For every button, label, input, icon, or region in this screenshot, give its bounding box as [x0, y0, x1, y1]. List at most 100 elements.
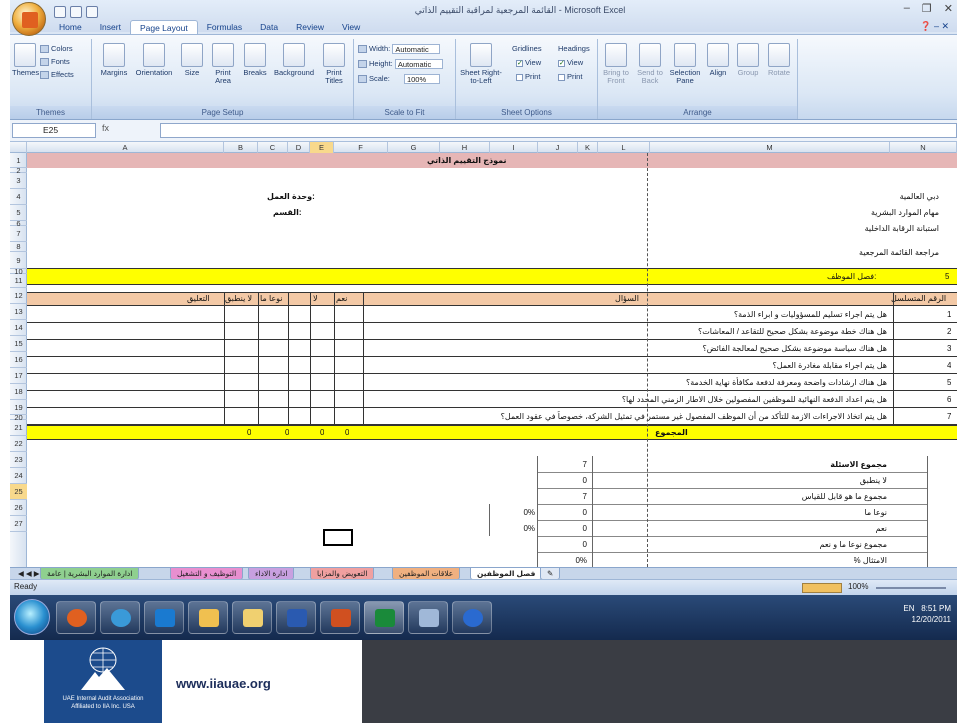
row-header-24[interactable]: 24	[10, 468, 27, 484]
row-header-17[interactable]: 17	[10, 368, 27, 384]
gridlines-view-checkbox[interactable]: ✓ View	[516, 57, 541, 68]
row-header-14[interactable]: 14	[10, 320, 27, 336]
themes-icon	[14, 43, 36, 67]
column-header-c[interactable]: C	[258, 142, 288, 153]
column-header-d[interactable]: D	[288, 142, 310, 153]
row-header-8[interactable]: 8	[10, 242, 27, 252]
fonts-button[interactable]: Fonts	[40, 56, 70, 67]
selection-pane-button[interactable]: Selection Pane	[668, 43, 702, 85]
colors-button[interactable]: Colors	[40, 43, 73, 54]
tab-review[interactable]: Review	[287, 20, 333, 34]
column-header-i[interactable]: I	[490, 142, 538, 153]
gridlines-print-checkbox[interactable]: Print	[516, 71, 540, 82]
tab-formulas[interactable]: Formulas	[198, 20, 251, 34]
column-header-g[interactable]: G	[388, 142, 440, 153]
worksheet-grid[interactable]: A B C D E F G H I J K L M N 1 2 3 4 5 6 7 8 9 10 1…	[10, 142, 957, 567]
tab-page-layout[interactable]: Page Layout	[129, 20, 198, 35]
row-header-11[interactable]: 11	[10, 274, 27, 288]
page-break-line	[647, 153, 648, 567]
row-header-26[interactable]: 26	[10, 500, 27, 516]
send-to-back-button[interactable]: Send to Back	[634, 43, 666, 85]
minimize-icon[interactable]: –	[904, 2, 910, 15]
row-header-16[interactable]: 16	[10, 352, 27, 368]
breaks-button[interactable]: Breaks	[240, 43, 270, 77]
office-button[interactable]	[12, 2, 46, 36]
scale-input[interactable]: 100%	[403, 74, 440, 85]
column-header-m[interactable]: M	[650, 142, 890, 153]
select-all-corner[interactable]	[10, 142, 27, 153]
bring-to-front-button[interactable]: Bring to Front	[600, 43, 632, 85]
taskbar-app-button[interactable]	[144, 601, 184, 634]
themes-button[interactable]: Themes	[12, 43, 39, 77]
sheet-rtl-button[interactable]: Sheet Right-to-Left	[458, 43, 504, 85]
taskbar-excel-button[interactable]	[364, 601, 404, 634]
row-header-3[interactable]: 3	[10, 173, 27, 189]
zoom-slider[interactable]	[876, 587, 946, 589]
row-header-22[interactable]: 22	[10, 436, 27, 452]
row-header-7[interactable]: 7	[10, 226, 27, 242]
page-setup-group-label: Page Setup	[92, 106, 353, 119]
language-indicator[interactable]: EN	[903, 604, 914, 613]
sheet-cells[interactable]: نموذج التقييم الذاتي وحدة العمل: القسم: …	[27, 153, 957, 567]
background-button[interactable]: Background	[272, 43, 316, 77]
total-yes: 0	[345, 428, 350, 437]
effects-button[interactable]: Effects	[40, 69, 74, 80]
column-header-j[interactable]: J	[538, 142, 578, 153]
headings-print-checkbox[interactable]: Print	[558, 71, 582, 82]
formula-input[interactable]	[160, 123, 957, 138]
start-button[interactable]	[14, 599, 50, 635]
taskbar-powerpoint-button[interactable]	[320, 601, 360, 634]
column-header-n[interactable]: N	[890, 142, 957, 153]
row-header-27[interactable]: 27	[10, 516, 27, 532]
footer-url[interactable]: www.iiauae.org	[176, 676, 271, 691]
clock-time[interactable]: 8:51 PM	[921, 604, 951, 613]
size-button[interactable]: Size	[178, 43, 206, 77]
group-button[interactable]: Group	[734, 43, 762, 77]
column-header-k[interactable]: K	[578, 142, 598, 153]
tab-data[interactable]: Data	[251, 20, 287, 34]
close-icon[interactable]: ✕	[944, 2, 953, 15]
taskbar-calc-button[interactable]	[408, 601, 448, 634]
taskbar-media-button[interactable]	[452, 601, 492, 634]
align-button[interactable]: Align	[704, 43, 732, 77]
taskbar-word-button[interactable]	[276, 601, 316, 634]
view-buttons[interactable]	[802, 583, 842, 593]
column-header-e[interactable]: E	[310, 142, 334, 153]
tab-insert[interactable]: Insert	[91, 20, 130, 34]
taskbar-explorer-button[interactable]	[188, 601, 228, 634]
tab-home[interactable]: Home	[50, 20, 91, 34]
selected-cell[interactable]	[323, 529, 353, 546]
taskbar-office-button[interactable]	[56, 601, 96, 634]
row-header-4[interactable]: 4	[10, 189, 27, 205]
print-titles-button[interactable]: Print Titles	[318, 43, 350, 85]
row-header-23[interactable]: 23	[10, 452, 27, 468]
row-header-15[interactable]: 15	[10, 336, 27, 352]
height-select[interactable]: Automatic	[394, 59, 443, 70]
row-header-12[interactable]: 12	[10, 288, 27, 304]
restore-icon[interactable]: ❐	[922, 2, 932, 15]
orientation-button[interactable]: Orientation	[132, 43, 176, 77]
column-header-l[interactable]: L	[598, 142, 650, 153]
taskbar-ie-button[interactable]	[100, 601, 140, 634]
name-box[interactable]: E25	[12, 123, 96, 138]
column-header-a[interactable]: A	[27, 142, 224, 153]
column-header-f[interactable]: F	[334, 142, 388, 153]
help-icon[interactable]: ❓ – ✕	[920, 21, 949, 32]
taskbar-outlook-button[interactable]	[232, 601, 272, 634]
width-select[interactable]: Automatic	[392, 44, 441, 55]
row-header-13[interactable]: 13	[10, 304, 27, 320]
tab-view[interactable]: View	[333, 20, 369, 34]
headings-view-checkbox[interactable]: ✓ View	[558, 57, 583, 68]
rotate-button[interactable]: Rotate	[764, 43, 794, 77]
column-header-b[interactable]: B	[224, 142, 258, 153]
row-header-21[interactable]: 21	[10, 420, 27, 436]
margins-button[interactable]: Margins	[94, 43, 134, 77]
save-icon[interactable]	[54, 6, 66, 18]
column-header-h[interactable]: H	[440, 142, 490, 153]
row-header-18[interactable]: 18	[10, 384, 27, 400]
print-area-button[interactable]: Print Area	[208, 43, 238, 85]
undo-icon[interactable]	[70, 6, 82, 18]
redo-icon[interactable]	[86, 6, 98, 18]
row-header-25[interactable]: 25	[10, 484, 27, 500]
fx-icon[interactable]: fx	[102, 123, 109, 133]
